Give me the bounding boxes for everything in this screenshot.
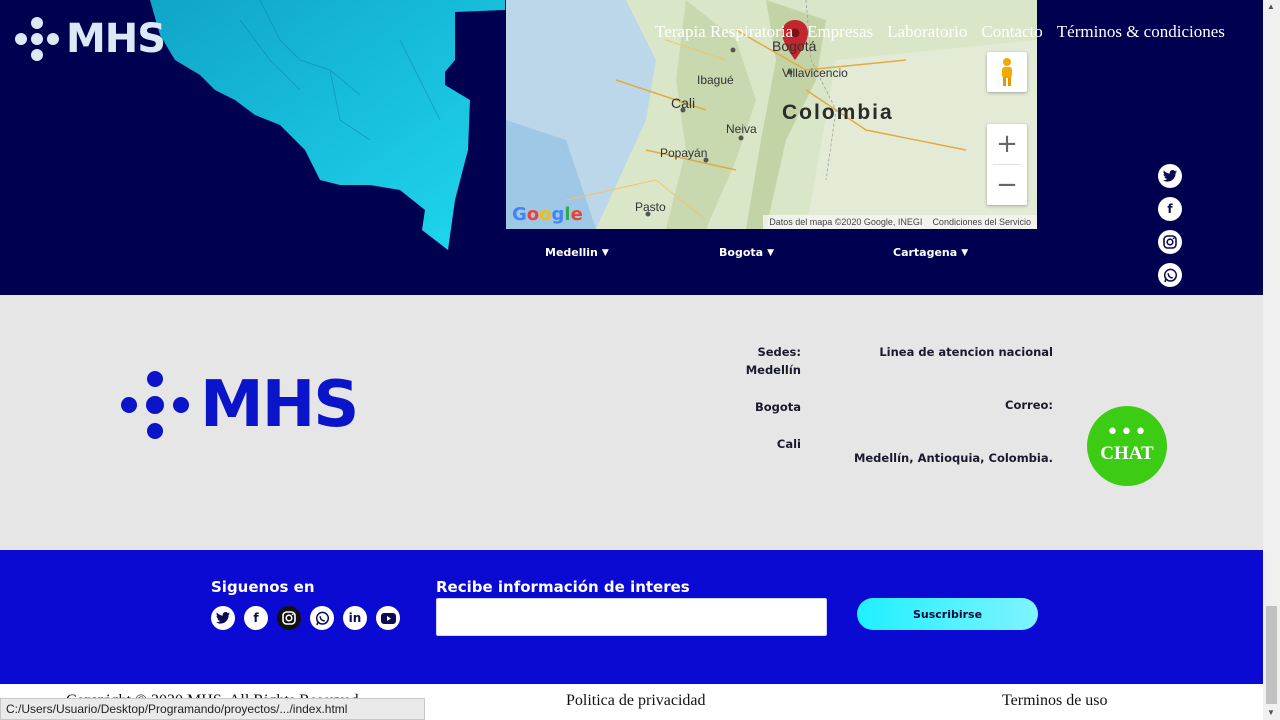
follow-title: Siguenos en bbox=[211, 578, 315, 596]
correo-label: Correo: bbox=[1005, 398, 1053, 412]
map-zoom-controls: + − bbox=[987, 124, 1027, 205]
sedes-label: Sedes: bbox=[757, 345, 801, 359]
caret-down-icon: ▼ bbox=[961, 247, 969, 258]
sede-cali: Cali bbox=[776, 437, 801, 451]
map-data-credit: Datos del mapa ©2020 Google, INEGI bbox=[769, 217, 923, 227]
browser-status-bar: C:/Users/Usuario/Desktop/Programando/pro… bbox=[0, 698, 425, 720]
nav-terapia-respiratoria[interactable]: Terapia Respiratoria bbox=[648, 22, 800, 42]
twitter-icon[interactable] bbox=[211, 606, 235, 630]
city-tabs: Medellin ▼ Bogota ▼ Cartagena ▼ bbox=[545, 246, 968, 259]
youtube-icon[interactable] bbox=[376, 606, 400, 630]
sede-bogota: Bogota bbox=[754, 400, 801, 414]
city-tab-label: Medellin bbox=[545, 246, 598, 259]
instagram-icon[interactable] bbox=[277, 606, 301, 630]
facebook-icon[interactable]: f bbox=[1158, 197, 1182, 221]
chat-button[interactable]: ••• CHAT bbox=[1087, 406, 1167, 486]
footer-social-icons: f in bbox=[211, 606, 400, 630]
google-logo[interactable]: Google bbox=[512, 204, 583, 225]
privacy-policy-link[interactable]: Politica de privacidad bbox=[566, 692, 706, 710]
scroll-up-arrow-icon[interactable]: ▲ bbox=[1267, 2, 1275, 11]
nav-laboratorio[interactable]: Laboratorio bbox=[880, 22, 974, 42]
sede-medellin: Medellín bbox=[745, 363, 801, 377]
chat-label: CHAT bbox=[1100, 443, 1154, 464]
map-attribution: Datos del mapa ©2020 Google, INEGI Condi… bbox=[763, 215, 1037, 229]
map-terms-link[interactable]: Condiciones del Servicio bbox=[932, 217, 1031, 227]
brand-dots-icon bbox=[121, 371, 189, 439]
caret-down-icon: ▼ bbox=[601, 247, 609, 258]
zoom-in-button[interactable]: + bbox=[987, 124, 1027, 164]
map-label-villavicencio: Villavicencio bbox=[782, 66, 848, 80]
terms-of-use-link[interactable]: Terminos de uso bbox=[1002, 692, 1108, 710]
twitter-icon[interactable] bbox=[1158, 164, 1182, 188]
top-section: MHS Bogotá Villavicencio Ibagué Cali Col… bbox=[0, 0, 1263, 295]
city-tab-medellin[interactable]: Medellin ▼ bbox=[545, 246, 719, 259]
nav-terminos[interactable]: Términos & condiciones bbox=[1050, 22, 1232, 42]
nav-contacto[interactable]: Contacto bbox=[974, 22, 1049, 42]
brand-logo-large: MHS bbox=[120, 368, 359, 442]
newsletter-email-input[interactable] bbox=[436, 598, 827, 636]
nav-empresas[interactable]: Empresas bbox=[800, 22, 880, 42]
address-text: Medellín, Antioquia, Colombia. bbox=[853, 451, 1053, 465]
contact-info-section: MHS Sedes: Medellín Bogota Cali Linea de… bbox=[0, 295, 1263, 550]
subscribe-button[interactable]: Suscribirse bbox=[857, 598, 1038, 630]
zoom-out-button[interactable]: − bbox=[987, 165, 1027, 205]
main-nav: Terapia Respiratoria Empresas Laboratori… bbox=[648, 22, 1232, 42]
street-view-pegman[interactable] bbox=[987, 52, 1027, 92]
newsletter-title: Recibe información de interes bbox=[436, 578, 690, 596]
linkedin-icon[interactable]: in bbox=[343, 606, 367, 630]
map-label-ibague: Ibagué bbox=[697, 73, 734, 87]
whatsapp-icon[interactable] bbox=[1158, 263, 1182, 287]
subscribe-section: Siguenos en Recibe información de intere… bbox=[0, 550, 1263, 684]
chat-dots-icon: ••• bbox=[1106, 420, 1148, 445]
brand-logo-top[interactable]: MHS bbox=[14, 16, 166, 62]
pegman-icon bbox=[1002, 58, 1012, 86]
brand-name-large: MHS bbox=[200, 368, 359, 442]
map-label-neiva: Neiva bbox=[726, 122, 757, 136]
map-label-colombia: Colombia bbox=[782, 101, 894, 124]
whatsapp-icon[interactable] bbox=[310, 606, 334, 630]
map-label-pasto: Pasto bbox=[635, 200, 666, 214]
caret-down-icon: ▼ bbox=[767, 247, 774, 258]
brand-name: MHS bbox=[66, 16, 166, 62]
map-label-popayan: Popayán bbox=[660, 146, 708, 160]
scrollbar-thumb[interactable] bbox=[1266, 606, 1277, 704]
brand-dots-icon bbox=[15, 17, 59, 61]
linea-atencion-label: Linea de atencion nacional bbox=[879, 345, 1053, 359]
city-tab-label: Cartagena bbox=[893, 246, 958, 259]
city-tab-label: Bogota bbox=[719, 246, 764, 259]
page-scrollbar[interactable]: ▲ ▼ bbox=[1263, 0, 1280, 720]
city-tab-bogota[interactable]: Bogota ▼ bbox=[719, 246, 893, 259]
facebook-icon[interactable]: f bbox=[244, 606, 268, 630]
scroll-down-arrow-icon[interactable]: ▼ bbox=[1267, 708, 1275, 717]
instagram-icon[interactable] bbox=[1158, 230, 1182, 254]
city-tab-cartagena[interactable]: Cartagena ▼ bbox=[893, 246, 968, 259]
map-label-cali: Cali bbox=[671, 95, 696, 111]
